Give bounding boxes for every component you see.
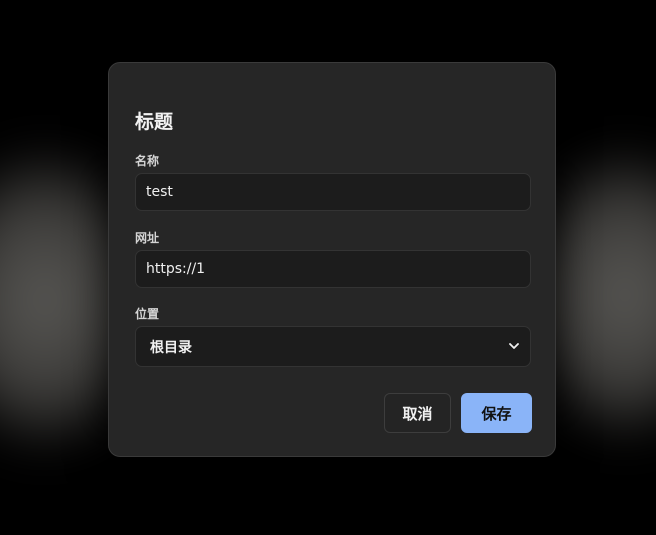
- url-input[interactable]: [135, 250, 531, 288]
- chevron-down-icon: [508, 341, 520, 353]
- name-input[interactable]: [135, 173, 531, 211]
- location-label: 位置: [135, 307, 160, 321]
- location-select[interactable]: 根目录: [135, 326, 531, 367]
- name-label: 名称: [135, 154, 160, 168]
- cancel-button[interactable]: 取消: [384, 393, 451, 433]
- dialog-title: 标题: [135, 111, 174, 133]
- save-button[interactable]: 保存: [461, 393, 532, 433]
- url-label: 网址: [135, 231, 160, 245]
- location-select-value: 根目录: [150, 339, 192, 356]
- add-bookmark-dialog: 标题 名称 网址 位置 根目录 取消 保存: [108, 62, 556, 457]
